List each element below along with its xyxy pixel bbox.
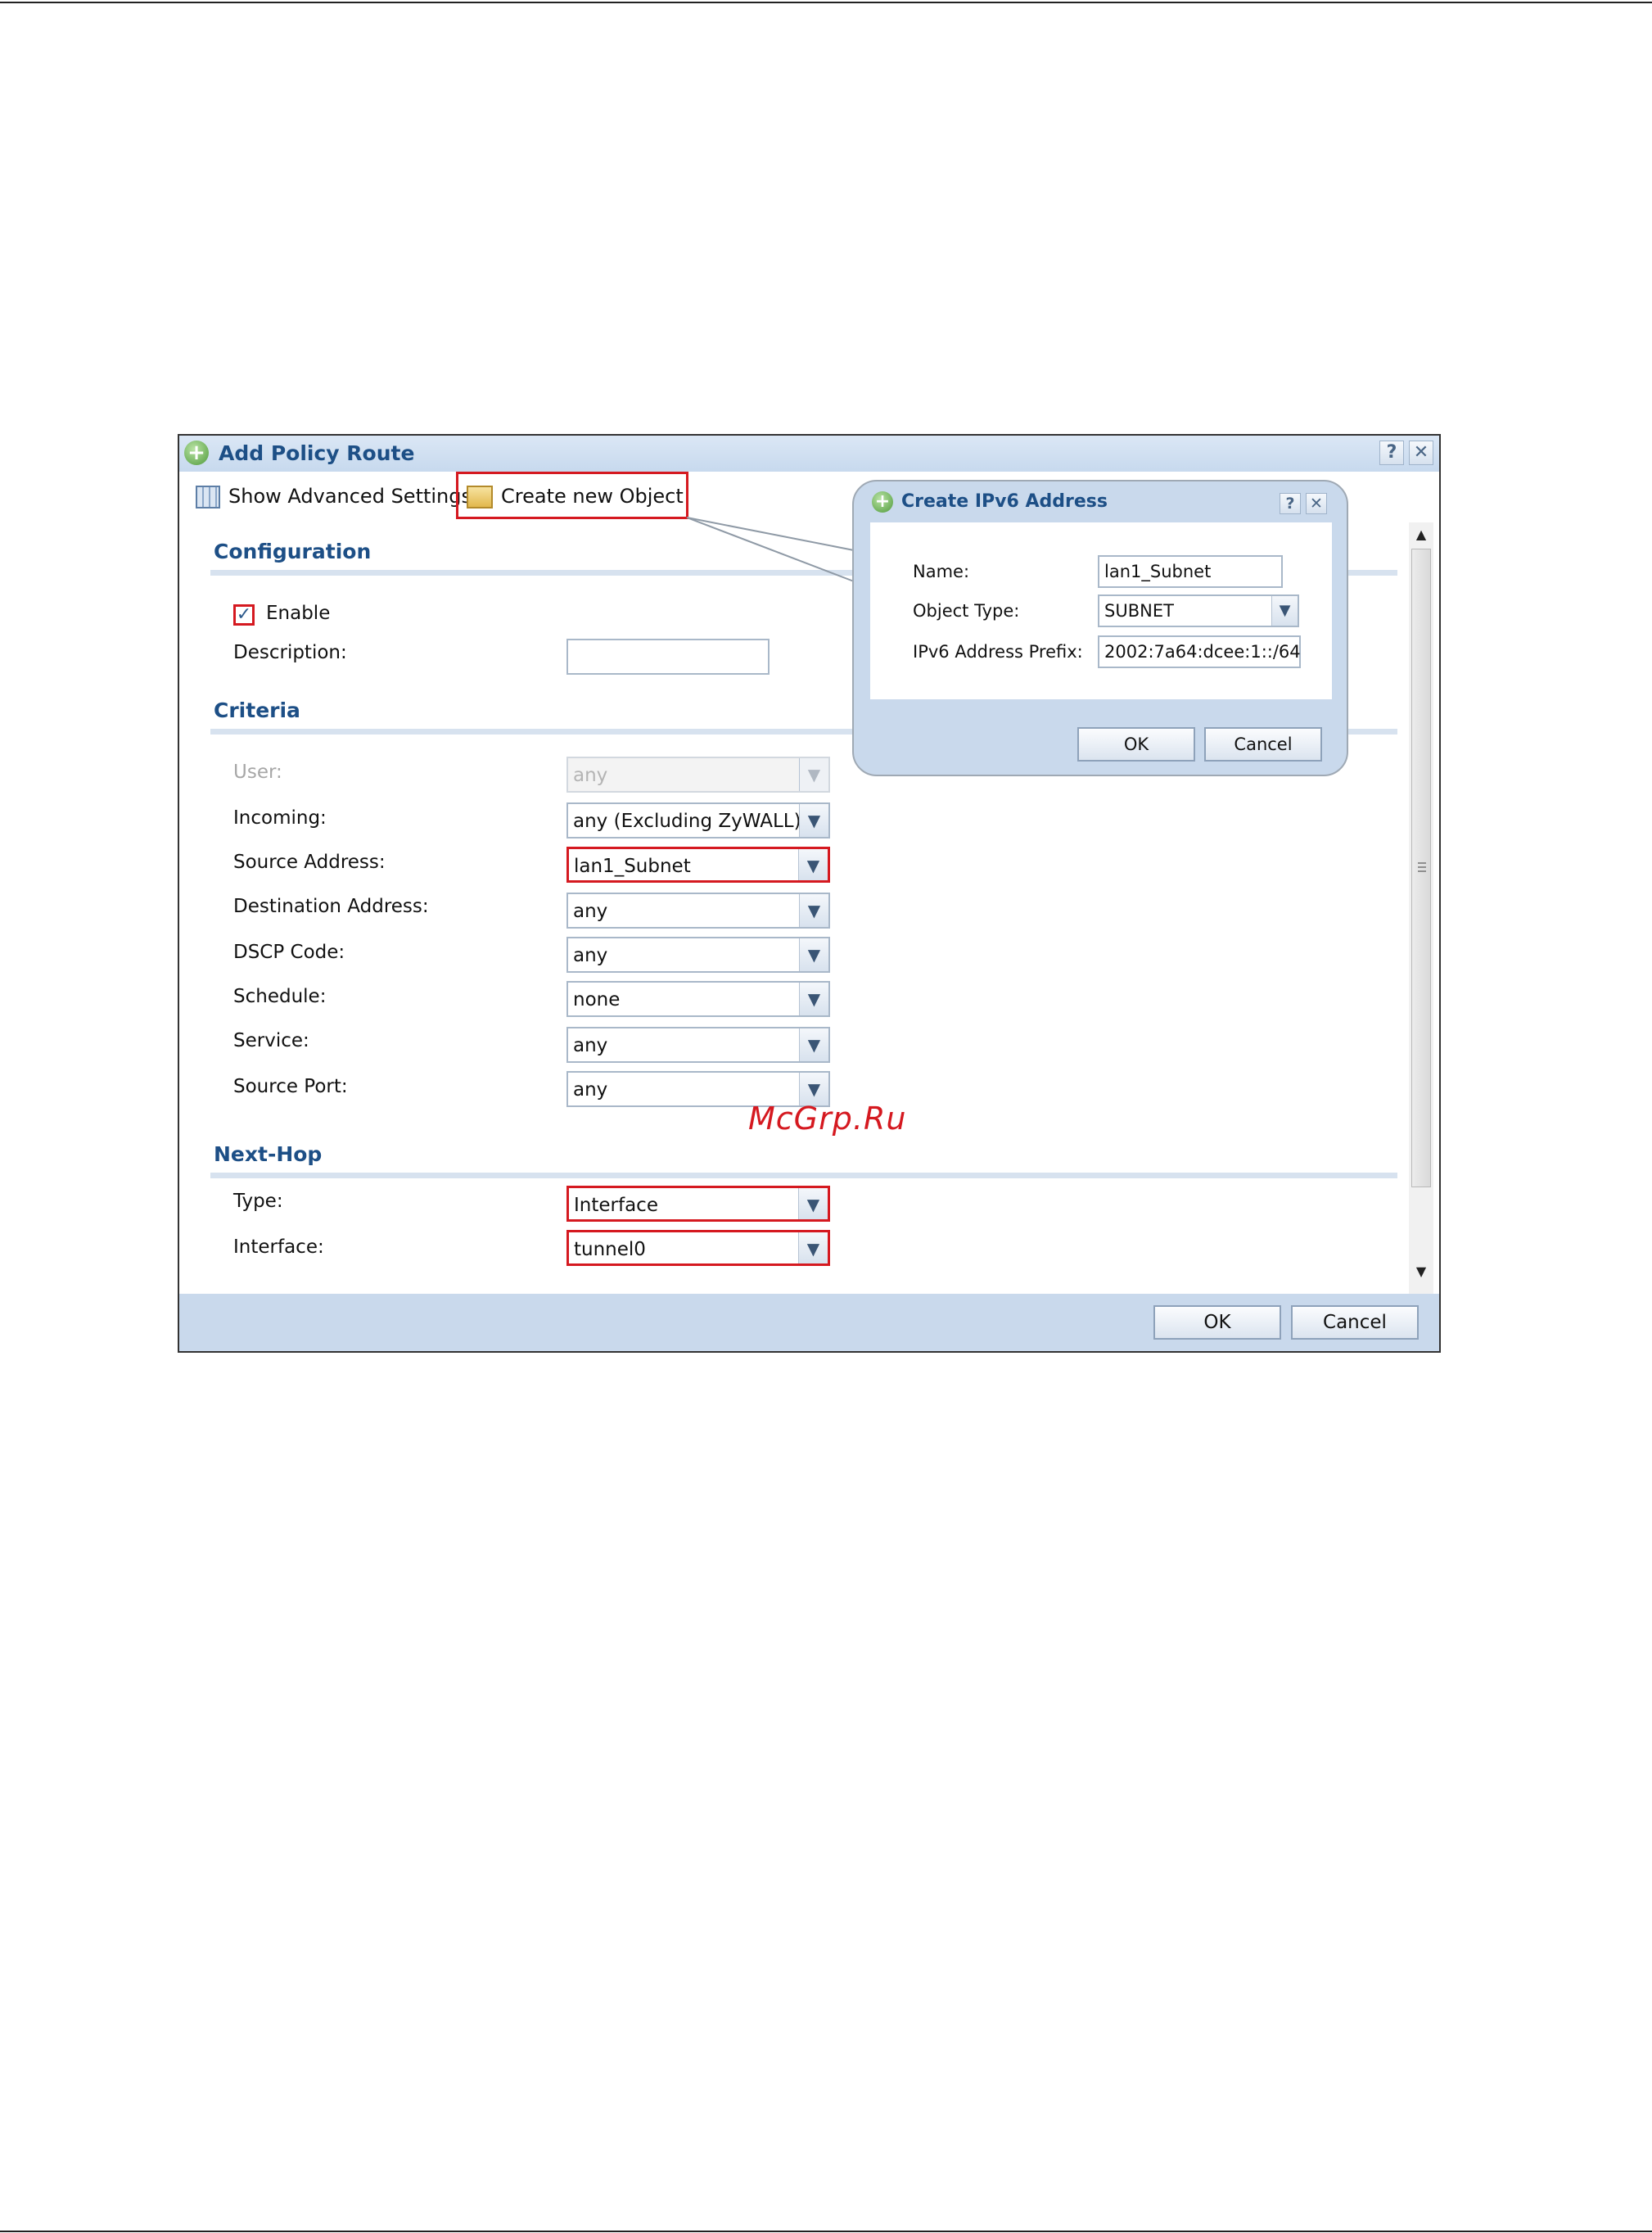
add-icon: + [184, 441, 209, 465]
interface-label: Interface: [233, 1236, 324, 1258]
popup-cancel-button[interactable]: Cancel [1204, 727, 1322, 762]
section-divider [210, 1173, 1397, 1178]
user-select: any ▼ [566, 757, 830, 793]
incoming-select-value: any (Excluding ZyWALL) [573, 811, 801, 832]
popup-title: Create IPv6 Address [901, 491, 1108, 512]
ipv6-prefix-input[interactable]: 2002:7a64:dcee:1::/64 [1098, 635, 1301, 668]
dscp-code-select-value: any [573, 945, 608, 966]
chevron-down-icon: ▼ [799, 758, 828, 791]
schedule-label: Schedule: [233, 986, 327, 1007]
chevron-down-icon[interactable]: ▼ [799, 983, 828, 1015]
window-titlebar: + Add Policy Route ? ✕ [179, 436, 1439, 472]
vertical-scrollbar[interactable]: ▲ ▼ [1409, 522, 1433, 1309]
dscp-code-select[interactable]: any ▼ [566, 937, 830, 973]
service-label: Service: [233, 1030, 309, 1051]
next-hop-type-select[interactable]: Interface ▼ [566, 1186, 830, 1222]
create-new-object-label: Create new Object [501, 485, 684, 508]
source-port-select-value: any [573, 1079, 608, 1101]
new-object-icon [467, 486, 493, 509]
section-title-configuration: Configuration [214, 540, 372, 563]
create-ipv6-address-popup: + Create IPv6 Address ? ✕ Name: lan1_Sub… [852, 480, 1348, 776]
description-input[interactable] [566, 639, 770, 675]
next-hop-interface-select[interactable]: tunnel0 ▼ [566, 1230, 830, 1266]
add-policy-route-window: + Add Policy Route ? ✕ Show Advanced Set… [178, 434, 1441, 1353]
popup-form: Name: lan1_Subnet Object Type: SUBNET ▼ … [870, 522, 1332, 699]
ok-button[interactable]: OK [1153, 1305, 1281, 1340]
service-select-value: any [573, 1035, 608, 1056]
next-hop-type-select-value: Interface [574, 1195, 658, 1216]
add-icon: + [872, 491, 893, 513]
user-select-value: any [573, 765, 608, 786]
chevron-down-icon[interactable]: ▼ [799, 1028, 828, 1061]
section-title-next-hop: Next-Hop [214, 1142, 323, 1166]
schedule-select[interactable]: none ▼ [566, 981, 830, 1017]
chevron-down-icon[interactable]: ▼ [798, 1188, 828, 1219]
next-hop-interface-select-value: tunnel0 [574, 1239, 646, 1260]
show-advanced-settings-button[interactable]: Show Advanced Settings [196, 481, 472, 511]
chevron-down-icon[interactable]: ▼ [799, 894, 828, 927]
object-type-select[interactable]: SUBNET ▼ [1098, 594, 1299, 627]
popup-ok-button[interactable]: OK [1077, 727, 1195, 762]
page-bottom-rule [0, 2231, 1652, 2232]
popup-help-icon[interactable]: ? [1280, 493, 1301, 514]
source-address-label: Source Address: [233, 852, 386, 873]
close-icon[interactable]: ✕ [1409, 441, 1433, 465]
destination-address-select-value: any [573, 901, 608, 922]
source-port-label: Source Port: [233, 1076, 348, 1097]
source-address-select-value: lan1_Subnet [574, 856, 691, 877]
name-input[interactable]: lan1_Subnet [1098, 555, 1283, 588]
chevron-down-icon[interactable]: ▼ [799, 804, 828, 837]
description-label: Description: [233, 642, 347, 663]
cancel-button[interactable]: Cancel [1291, 1305, 1419, 1340]
schedule-select-value: none [573, 989, 621, 1010]
table-settings-icon [196, 486, 220, 509]
source-address-select[interactable]: lan1_Subnet ▼ [566, 847, 830, 883]
page-top-rule [0, 2, 1652, 3]
window-title: Add Policy Route [219, 441, 415, 465]
destination-address-label: Destination Address: [233, 896, 429, 917]
create-new-object-button[interactable]: Create new Object▾ [456, 472, 688, 536]
show-advanced-settings-label: Show Advanced Settings [228, 485, 472, 508]
object-type-label: Object Type: [913, 601, 1020, 621]
section-title-criteria: Criteria [214, 698, 300, 722]
enable-checkbox[interactable]: ✓ [233, 604, 255, 626]
incoming-label: Incoming: [233, 807, 327, 829]
enable-label: Enable [266, 603, 331, 624]
chevron-down-icon[interactable]: ▼ [798, 849, 828, 880]
chevron-down-icon[interactable]: ▼ [799, 938, 828, 971]
type-label: Type: [233, 1191, 283, 1212]
user-label: User: [233, 762, 282, 783]
watermark: McGrp.Ru [748, 1101, 907, 1137]
destination-address-select[interactable]: any ▼ [566, 893, 830, 929]
popup-close-icon[interactable]: ✕ [1306, 493, 1327, 514]
incoming-select[interactable]: any (Excluding ZyWALL) ▼ [566, 802, 830, 839]
scroll-down-icon[interactable]: ▼ [1409, 1259, 1433, 1284]
dialog-footer: OK Cancel [179, 1294, 1439, 1351]
help-icon[interactable]: ? [1379, 441, 1404, 465]
service-select[interactable]: any ▼ [566, 1027, 830, 1063]
chevron-down-icon[interactable]: ▼ [1271, 596, 1298, 626]
object-type-select-value: SUBNET [1104, 601, 1174, 621]
ipv6-prefix-label: IPv6 Address Prefix: [913, 642, 1083, 662]
scrollbar-thumb[interactable] [1411, 549, 1431, 1187]
chevron-down-icon[interactable]: ▼ [798, 1232, 828, 1263]
scroll-up-icon[interactable]: ▲ [1409, 522, 1433, 547]
grip-icon [1418, 862, 1426, 874]
name-label: Name: [913, 562, 970, 581]
dscp-code-label: DSCP Code: [233, 942, 345, 963]
